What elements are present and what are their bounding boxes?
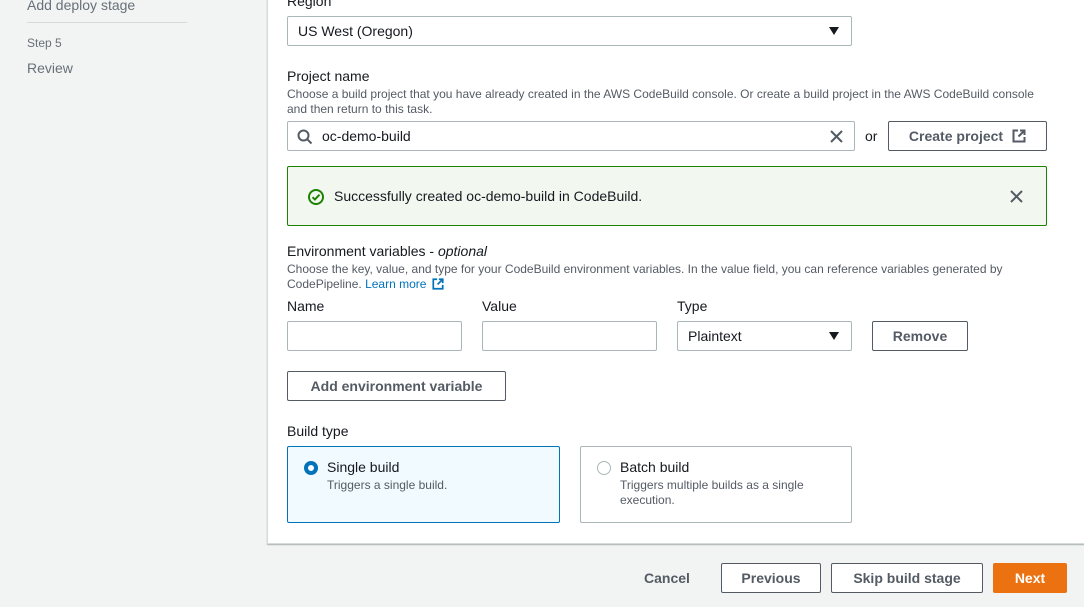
env-name-input[interactable] [287,321,462,351]
env-vars-optional: optional [437,243,488,259]
env-type-select[interactable]: Plaintext [677,321,852,351]
build-type-label: Build type [287,423,349,439]
env-type-header: Type [677,298,708,314]
create-project-label: Create project [908,128,1004,144]
or-text: or [865,128,878,144]
learn-more-label: Learn more [365,277,427,291]
success-alert: Successfully created oc-demo-build in Co… [287,166,1047,226]
single-build-title: Single build [327,459,400,475]
project-search-input[interactable]: oc-demo-build [287,121,855,151]
learn-more-link[interactable]: Learn more [365,277,444,291]
external-link-icon [1012,129,1026,143]
project-name-label: Project name [287,68,370,84]
nav-step5-label: Step 5 [27,36,62,50]
add-env-var-button[interactable]: Add environment variable [287,371,506,401]
success-check-icon [308,189,324,205]
previous-button[interactable]: Previous [721,563,821,593]
skip-build-stage-button[interactable]: Skip build stage [831,563,983,593]
external-link-icon [432,278,444,290]
project-search-value: oc-demo-build [322,128,411,144]
radio-selected-icon[interactable] [304,461,318,475]
env-vars-label: Environment variables - optional [287,243,487,259]
env-vars-title: Environment variables [287,243,426,259]
single-build-description: Triggers a single build. [327,478,448,492]
region-select-value: US West (Oregon) [298,23,413,39]
remove-env-var-button[interactable]: Remove [872,321,968,351]
close-icon[interactable] [1009,189,1024,204]
nav-step-review[interactable]: Review [27,60,73,76]
env-name-header: Name [287,298,325,314]
env-value-input[interactable] [482,321,657,351]
next-button[interactable]: Next [993,563,1067,593]
build-type-batch-card[interactable]: Batch build Triggers multiple builds as … [580,446,852,523]
create-project-button[interactable]: Create project [888,121,1047,151]
nav-divider [27,22,187,23]
batch-build-title: Batch build [620,459,690,475]
cancel-button[interactable]: Cancel [635,563,699,593]
env-vars-separator: - [425,243,438,259]
success-alert-message: Successfully created oc-demo-build in Co… [334,188,643,204]
search-icon [297,129,313,145]
caret-down-icon [829,332,839,340]
env-vars-description: Choose the key, value, and type for your… [287,262,1047,292]
build-type-single-card[interactable]: Single build Triggers a single build. [287,446,560,523]
clear-icon[interactable] [829,129,844,144]
radio-unselected-icon[interactable] [597,461,611,475]
region-label: Region [287,0,332,9]
env-type-value: Plaintext [688,328,742,344]
nav-step-add-deploy-stage[interactable]: Add deploy stage [27,0,135,13]
env-value-header: Value [482,298,517,314]
region-select[interactable]: US West (Oregon) [287,16,852,46]
project-name-description: Choose a build project that you have alr… [287,87,1034,116]
caret-down-icon [829,27,839,35]
batch-build-description: Triggers multiple builds as a single exe… [620,478,804,507]
